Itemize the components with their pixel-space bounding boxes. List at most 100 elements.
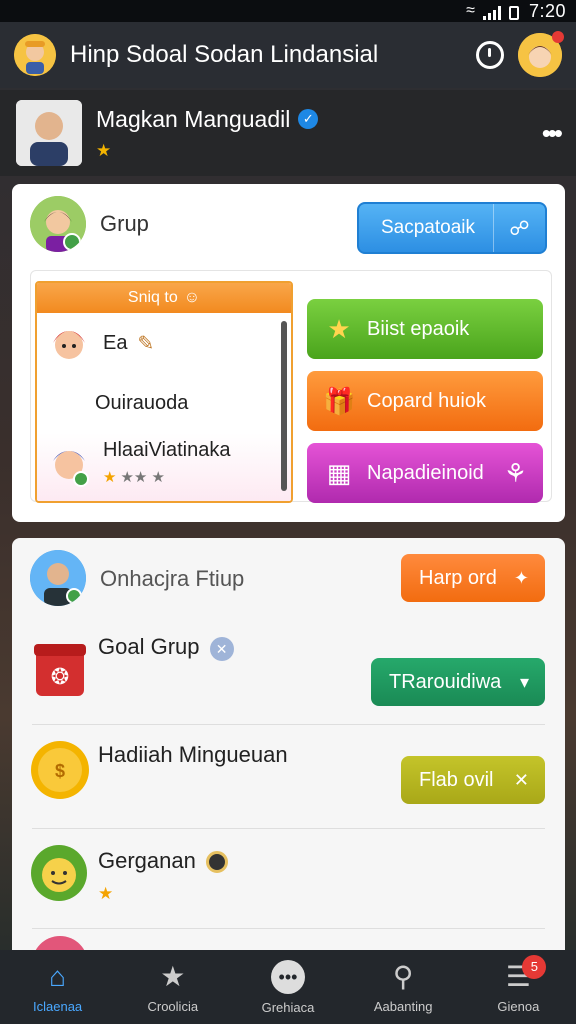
list-item-body: HlaaiViatinaka ★ ★★ ★ (103, 439, 231, 486)
group-header: Grup (30, 196, 149, 252)
list-item[interactable]: HlaaiViatinaka ★ ★★ ★ (37, 433, 291, 501)
divider (32, 724, 545, 725)
character-icon (53, 331, 85, 359)
list-item-label: Ea (103, 331, 128, 354)
profile-sub: ★ (96, 141, 318, 161)
feed-item-dropdown[interactable]: TRarouidiwa ▾ (371, 658, 545, 706)
member-list-title: Sniq to (127, 289, 178, 306)
feed-header-title: Onhacjra Ftiup (100, 566, 245, 591)
profile-photo[interactable] (16, 100, 82, 166)
feed-header-button[interactable]: Harp ord ✦ (401, 554, 545, 602)
status-bar: ≈ 7:20 (0, 0, 576, 22)
nav-label: Gienoa (497, 998, 540, 1014)
feed-item[interactable]: ❂ Goal Grup ✕ TRarouidiwa ▾ (12, 634, 565, 724)
feed-item-button[interactable]: Flab ovil ✕ (401, 756, 545, 804)
coin-icon: $ (31, 741, 89, 799)
gift-box-icon: ❂ (34, 644, 86, 696)
svg-text:$: $ (55, 761, 65, 781)
close-circle-icon: ✕ (209, 637, 234, 661)
group-person-icon (30, 196, 86, 252)
feed-item-title: Gerganan (98, 848, 228, 874)
star-icon: ★ (160, 960, 186, 992)
nav-label: Aabanting (373, 998, 433, 1014)
character-icon (53, 451, 89, 487)
user-avatar[interactable] (518, 31, 564, 77)
profile-name-text: Magkan Manguadil (96, 105, 291, 132)
feed-item-title: Hadiiah Mingueuan (98, 742, 288, 767)
nav-chat[interactable]: ••• Grehiaca (238, 959, 338, 1015)
action-button-green[interactable]: ★ Biist epaoik (307, 299, 543, 359)
feed-header-button-label: Harp ord (419, 566, 497, 589)
divider (32, 928, 545, 929)
battery-icon (508, 6, 519, 20)
feed-person-icon (30, 550, 86, 606)
feed-item-title-text: Goal Grup (98, 634, 200, 659)
app-title: Hinp Sdoal Sodan Lindansial (70, 41, 379, 68)
action-button-label: Biist epaoik (367, 317, 470, 340)
more-icon[interactable]: ••• (542, 118, 563, 149)
app-avatar[interactable] (14, 34, 56, 76)
group-avatar[interactable] (30, 196, 86, 252)
nav-home[interactable]: ⌂ Iclaenaa (8, 961, 108, 1014)
star-icon: ★ (327, 313, 351, 344)
feed-item-dropdown-label: TRarouidiwa (389, 670, 502, 693)
star-icon: ★ (98, 884, 114, 903)
nav-menu[interactable]: ☰ Gienoa 5 (468, 954, 568, 1014)
feed-item-sub: ★ (98, 884, 228, 904)
wifi-icon: ≈ (466, 2, 475, 19)
share-button-label: Sacpatoaik (381, 217, 476, 238)
chat-icon: ••• (270, 959, 305, 994)
member-list-header: Sniq to ☺ (37, 283, 291, 313)
status-time: 7:20 (528, 0, 566, 21)
share-button[interactable]: Sacpatoaik ☍ (357, 202, 547, 254)
bottom-nav: ⌂ Iclaenaa ★ Croolicia ••• Grehiaca ⚲ Aa… (0, 950, 576, 1024)
signal-icon (482, 6, 501, 20)
share-icon: ☍ (493, 204, 545, 252)
status-icons: ≈ (466, 2, 519, 20)
profile-name: Magkan Manguadil ✓ (96, 105, 319, 133)
list-item[interactable]: Ouirauoda (37, 373, 291, 433)
list-item-rating: ★ ★★ ★ (103, 468, 231, 486)
feed-item[interactable]: $ Hadiiah Mingueuan Flab ovil ✕ (12, 736, 565, 826)
profile-strip: Magkan Manguadil ✓ ★ ••• (0, 90, 576, 176)
sparkle-icon: ✦ (513, 567, 529, 588)
verified-icon: ✓ (298, 109, 319, 129)
feed-card: Onhacjra Ftiup Harp ord ✦ ❂ Goal Grup ✕ … (12, 538, 565, 958)
info-icon[interactable] (476, 41, 504, 69)
list-item-label: HlaaiViatinaka (103, 439, 231, 461)
feed-avatar[interactable] (30, 550, 86, 606)
feed-item[interactable]: Gerganan ★ (12, 842, 565, 922)
feed-item-title-text: Gerganan (98, 848, 196, 873)
chevron-down-icon: ▾ (519, 671, 529, 692)
search-icon: ⚲ (392, 960, 414, 992)
group-label: Grup (100, 211, 149, 236)
nav-label: Iclaenaa (33, 998, 83, 1014)
nav-favorites[interactable]: ★ Croolicia (123, 961, 223, 1014)
list-item-meta: ★★ ★ (120, 469, 165, 486)
divider (32, 828, 545, 829)
star-icon: ★ (96, 140, 112, 160)
feed-header: Onhacjra Ftiup Harp ord ✦ (12, 548, 565, 612)
feed-item-body: Gerganan ★ (98, 848, 228, 904)
member-list[interactable]: Sniq to ☺ Ea ✎ Ouirauoda HlaaiViatinaka … (35, 281, 293, 503)
action-button-label: Napadieinoid (367, 461, 484, 484)
person-icon (14, 34, 56, 76)
notification-dot (552, 31, 564, 43)
clock-icon (205, 851, 228, 874)
pencil-icon: ✎ (137, 332, 155, 355)
list-item-label: Ouirauoda (95, 391, 189, 414)
action-button-orange[interactable]: 🎁 Copard huiok (307, 371, 543, 431)
profile-portrait (16, 100, 82, 166)
nav-search[interactable]: ⚲ Aabanting (353, 961, 453, 1014)
feed-item-body: Hadiiah Mingueuan (98, 742, 288, 778)
action-button-magenta[interactable]: ▦ Napadieinoid ⚘ (307, 443, 543, 503)
svg-text:❂: ❂ (51, 664, 69, 689)
action-button-label: Copard huiok (367, 389, 486, 412)
smile-icon: ☺ (183, 289, 201, 306)
nav-badge: 5 (522, 954, 547, 979)
profile-info: Magkan Manguadil ✓ ★ (96, 105, 319, 161)
list-item[interactable]: Ea ✎ (37, 313, 291, 373)
group-card: Grup Sacpatoaik ☍ Sniq to ☺ Ea ✎ Ouirauo… (12, 184, 565, 522)
star-icon: ★ (103, 469, 117, 486)
list-scrollbar[interactable] (281, 321, 287, 491)
